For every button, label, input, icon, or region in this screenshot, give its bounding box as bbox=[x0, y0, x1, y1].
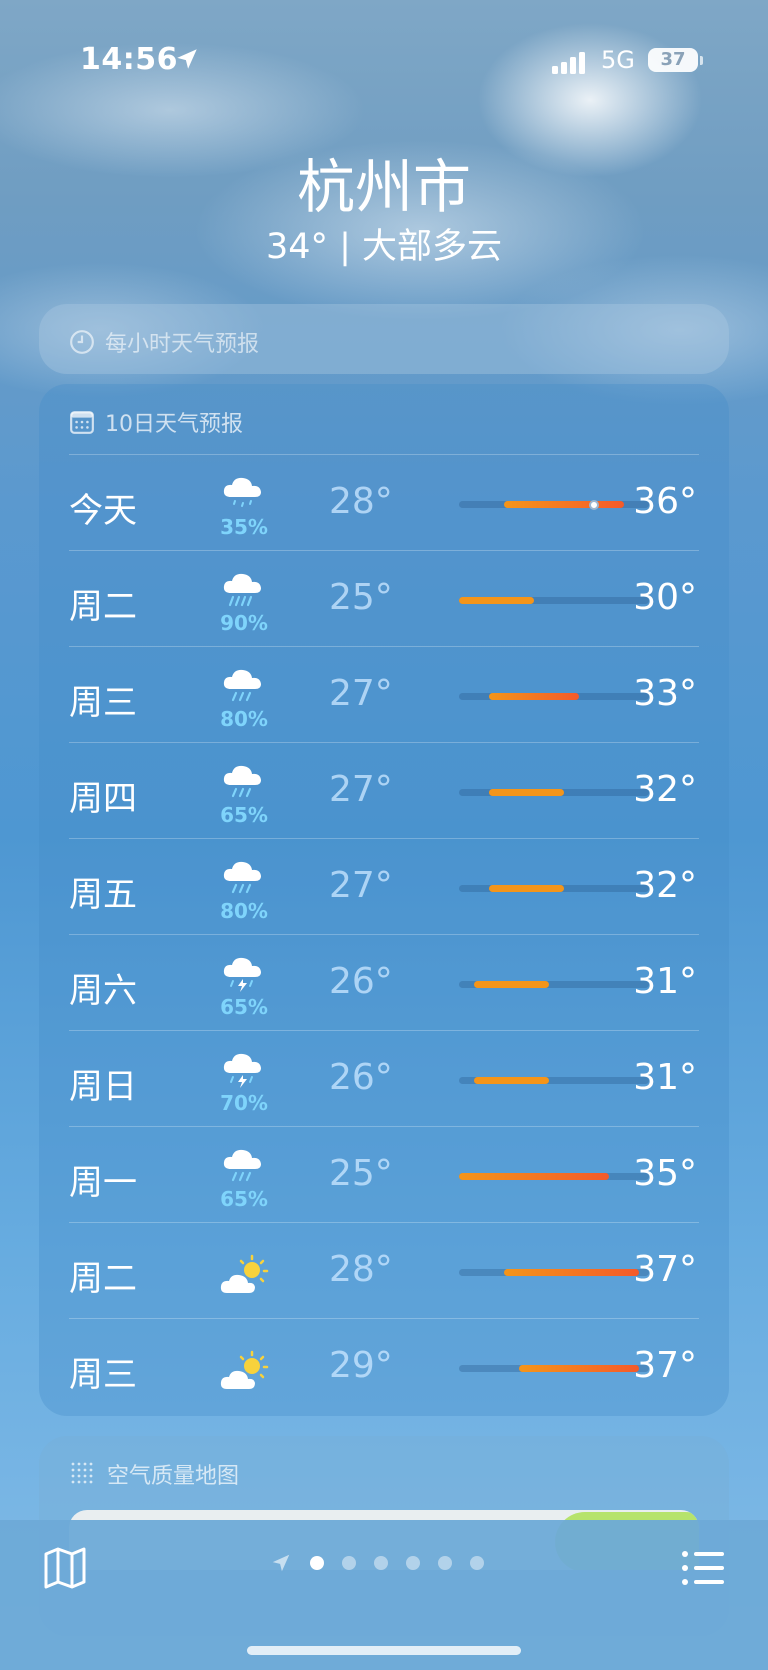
network-type: 5G bbox=[601, 46, 635, 74]
cellular-signal-icon bbox=[552, 52, 585, 74]
low-temp: 26° bbox=[329, 1057, 393, 1098]
forecast-day: 周四 bbox=[69, 779, 137, 819]
precip-chance: 65% bbox=[220, 1187, 268, 1211]
map-icon[interactable] bbox=[42, 1544, 88, 1590]
low-temp: 25° bbox=[329, 1153, 393, 1194]
precip-chance: 80% bbox=[220, 707, 268, 731]
forecast-day: 周三 bbox=[69, 1355, 137, 1395]
temp-range-fill bbox=[474, 981, 549, 988]
page-dot[interactable] bbox=[438, 1556, 452, 1570]
temp-range-fill bbox=[489, 693, 579, 700]
forecast-row[interactable]: 周五 80% 27° 32° bbox=[69, 838, 699, 935]
forecast-row[interactable]: 周六 65% 26° 31° bbox=[69, 934, 699, 1031]
home-indicator[interactable] bbox=[247, 1646, 521, 1655]
low-temp: 29° bbox=[329, 1345, 393, 1386]
page-dot[interactable] bbox=[342, 1556, 356, 1570]
precip-chance: 35% bbox=[220, 515, 268, 539]
calendar-icon bbox=[70, 411, 94, 434]
high-temp: 30° bbox=[633, 577, 697, 618]
forecast-day: 周一 bbox=[69, 1163, 137, 1203]
precip-chance: 70% bbox=[220, 1091, 268, 1115]
forecast-day: 周日 bbox=[69, 1067, 137, 1107]
ten-day-header: 10日天气预报 bbox=[69, 406, 243, 438]
temp-range-fill bbox=[489, 885, 564, 892]
high-temp: 31° bbox=[633, 961, 697, 1002]
forecast-row[interactable]: 周二 90% 25° 30° bbox=[69, 550, 699, 647]
bottom-toolbar bbox=[0, 1520, 768, 1670]
temp-range-fill bbox=[459, 597, 534, 604]
air-quality-title: 空气质量地图 bbox=[107, 1464, 240, 1489]
low-temp: 27° bbox=[329, 673, 393, 714]
high-temp: 31° bbox=[633, 1057, 697, 1098]
high-temp: 32° bbox=[633, 865, 697, 906]
cloud-rain-icon bbox=[219, 663, 269, 707]
low-temp: 25° bbox=[329, 577, 393, 618]
precip-chance: 65% bbox=[220, 803, 268, 827]
battery-cap bbox=[700, 56, 703, 65]
forecast-day: 周六 bbox=[69, 971, 137, 1011]
forecast-row[interactable]: 周三 29° 37° bbox=[69, 1318, 699, 1415]
forecast-row[interactable]: 周三 80% 27° 33° bbox=[69, 646, 699, 743]
air-quality-header: 空气质量地图 bbox=[69, 1458, 239, 1490]
cloud-drizzle-icon bbox=[219, 471, 269, 515]
hourly-title: 每小时天气预报 bbox=[105, 332, 260, 357]
page-dot[interactable] bbox=[374, 1556, 388, 1570]
precip-chance: 90% bbox=[220, 611, 268, 635]
forecast-row[interactable]: 周四 65% 27° 32° bbox=[69, 742, 699, 839]
ten-day-forecast-card[interactable]: 10日天气预报 今天 35% 28° 36° 周二 90% 25° 30° 周三 80% 27° 33… bbox=[39, 384, 729, 1416]
low-temp: 26° bbox=[329, 961, 393, 1002]
low-temp: 27° bbox=[329, 769, 393, 810]
page-dot[interactable] bbox=[470, 1556, 484, 1570]
high-temp: 33° bbox=[633, 673, 697, 714]
high-temp: 36° bbox=[633, 481, 697, 522]
hourly-header: 每小时天气预报 bbox=[69, 326, 259, 358]
forecast-row[interactable]: 周一 65% 25° 35° bbox=[69, 1126, 699, 1223]
cloud-rain-icon bbox=[219, 855, 269, 899]
low-temp: 28° bbox=[329, 1249, 393, 1290]
high-temp: 32° bbox=[633, 769, 697, 810]
forecast-day: 周三 bbox=[69, 683, 137, 723]
status-time: 14:56 bbox=[80, 42, 178, 77]
high-temp: 37° bbox=[633, 1345, 697, 1386]
low-temp: 28° bbox=[329, 481, 393, 522]
current-location-icon bbox=[272, 1554, 290, 1572]
forecast-row[interactable]: 周二 28° 37° bbox=[69, 1222, 699, 1319]
list-icon[interactable] bbox=[680, 1548, 726, 1588]
precip-chance: 80% bbox=[220, 899, 268, 923]
forecast-day: 周五 bbox=[69, 875, 137, 915]
cloud-thunderstorm-icon bbox=[219, 951, 269, 995]
forecast-day: 今天 bbox=[69, 491, 137, 531]
high-temp: 35° bbox=[633, 1153, 697, 1194]
page-dot[interactable] bbox=[310, 1556, 324, 1570]
partly-sunny-icon bbox=[219, 1253, 269, 1297]
temp-range-fill bbox=[489, 789, 564, 796]
forecast-day: 周二 bbox=[69, 587, 137, 627]
battery-indicator: 37 bbox=[648, 48, 698, 72]
clock-icon bbox=[70, 330, 94, 354]
city-name: 杭州市 bbox=[296, 153, 471, 221]
high-temp: 37° bbox=[633, 1249, 697, 1290]
cloud-heavy-rain-icon bbox=[219, 567, 269, 611]
low-temp: 27° bbox=[329, 865, 393, 906]
air-dots-icon bbox=[71, 1462, 93, 1484]
cloud-thunderstorm-icon bbox=[219, 1047, 269, 1091]
partly-sunny-icon bbox=[219, 1349, 269, 1393]
page-indicator[interactable] bbox=[270, 1552, 484, 1574]
hourly-forecast-card[interactable]: 每小时天气预报 bbox=[39, 304, 729, 374]
forecast-row[interactable]: 周日 70% 26° 31° bbox=[69, 1030, 699, 1127]
location-arrow-icon bbox=[177, 49, 197, 69]
status-bar: 14:56 5G 37 bbox=[0, 42, 768, 82]
forecast-row[interactable]: 今天 35% 28° 36° bbox=[69, 454, 699, 551]
ten-day-title: 10日天气预报 bbox=[105, 412, 243, 437]
temp-range-fill bbox=[459, 1173, 609, 1180]
current-summary: 34° | 大部多云 bbox=[265, 227, 503, 267]
cloud-rain-icon bbox=[219, 759, 269, 803]
temp-range-fill bbox=[474, 1077, 549, 1084]
page-dot[interactable] bbox=[406, 1556, 420, 1570]
precip-chance: 65% bbox=[220, 995, 268, 1019]
forecast-day: 周二 bbox=[69, 1259, 137, 1299]
cloud-rain-icon bbox=[219, 1143, 269, 1187]
